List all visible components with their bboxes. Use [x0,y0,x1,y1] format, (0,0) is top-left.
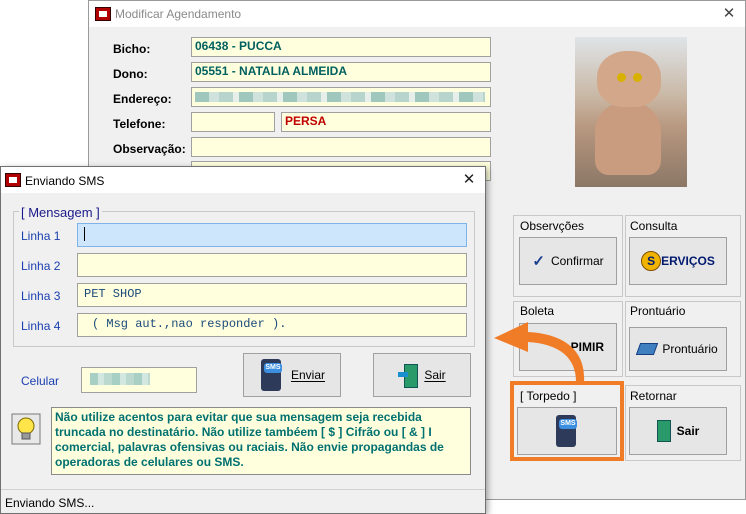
main-title-bar: Modificar Agendamento ✕ [89,1,745,27]
sms-title-bar: Enviando SMS ✕ [1,167,485,193]
sms-sair-button[interactable]: Sair [373,353,471,397]
pet-photo [575,37,687,187]
prontuario-title: Prontuário [630,304,686,318]
lightbulb-icon [11,413,41,445]
dono-label: Dono: [113,67,148,81]
checkmark-icon: ✓ [532,253,545,270]
sms-warning-message: Não utilize acentos para evitar que sua … [51,407,471,475]
observacoes-title: Observções [520,219,585,233]
main-window-title: Modificar Agendamento [115,7,242,21]
book-icon [636,343,659,355]
main-close-button[interactable]: ✕ [719,4,739,24]
observacao-field[interactable] [191,137,491,157]
telefone-field[interactable] [191,112,275,132]
text-caret [84,227,85,241]
endereco-redacted [195,92,485,102]
retornar-sair-label: Sair [676,424,700,438]
sms-dialog-title: Enviando SMS [25,174,105,188]
cat-head-shape [597,51,661,107]
sms-close-button[interactable]: ✕ [459,170,479,190]
status-bar: Enviando SMS... [1,489,485,513]
linha-1-input[interactable] [77,223,467,247]
prontuario-button[interactable]: Prontuário [629,327,727,371]
servicos-label: ERVIÇOS [661,254,715,268]
servicos-button[interactable]: S ERVIÇOS [629,237,727,285]
telefone-label: Telefone: [113,117,166,131]
cat-eye-left [617,73,626,82]
confirmar-label: Confirmar [550,254,604,268]
consulta-title: Consulta [630,219,678,233]
exit-door-icon [398,364,419,388]
linha-4-label: Linha 4 [21,319,61,333]
linha-4-input[interactable]: ( Msg aut.,nao responder ). [77,313,467,337]
enviar-label: Enviar [290,368,325,382]
linha-2-label: Linha 2 [21,259,61,273]
endereco-label: Endereço: [113,92,172,106]
orange-arrow-annotation [494,322,585,382]
exit-door-icon [656,420,671,442]
observacao-label: Observação: [113,142,186,156]
confirmar-button[interactable]: ✓ Confirmar [519,237,617,285]
cat-eye-right [633,73,642,82]
servicos-icon: S [641,251,662,271]
raca-field[interactable]: PERSA [281,112,491,132]
sms-phone-icon: SMS [259,359,285,391]
sms-sair-label: Sair [424,368,446,382]
endereco-field[interactable] [191,87,491,107]
celular-label: Celular [21,374,60,388]
dono-field[interactable]: 05551 - NATALIA ALMEIDA [191,62,491,82]
enviar-button[interactable]: SMS Enviar [243,353,341,397]
celular-redacted [90,373,150,385]
retornar-title: Retornar [630,389,677,403]
cat-body-shape [595,103,661,175]
prontuario-label: Prontuário [662,342,718,356]
app-icon [95,7,111,21]
bicho-label: Bicho: [113,42,151,56]
linha-3-input[interactable]: PET SHOP [77,283,467,307]
enviando-sms-dialog: Enviando SMS ✕ [ Mensagem ] Linha 1 Linh… [0,166,486,514]
linha-3-label: Linha 3 [21,289,61,303]
torpedo-highlight-box [510,381,624,461]
linha-1-label: Linha 1 [21,229,61,243]
retornar-sair-button[interactable]: Sair [629,407,727,455]
sms-app-icon [5,173,21,187]
linha-2-input[interactable] [77,253,467,277]
mensagem-title: [ Mensagem ] [19,205,102,220]
bicho-field[interactable]: 06438 - PUCCA [191,37,491,57]
celular-input[interactable] [81,367,197,393]
